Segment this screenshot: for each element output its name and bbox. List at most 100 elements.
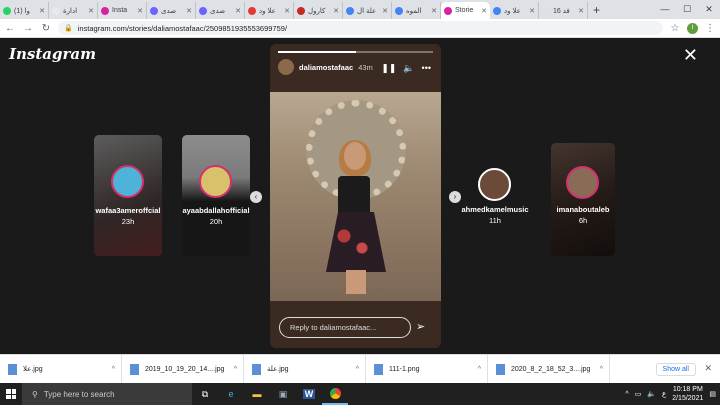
language-indicator[interactable]: ع: [662, 390, 666, 398]
tab-close-icon[interactable]: ✕: [137, 7, 143, 15]
file-icon: [496, 363, 505, 375]
show-all-button[interactable]: Show all: [655, 363, 696, 376]
tab-label: 16 فد: [553, 7, 570, 15]
story-username[interactable]: ahmedkamelmusic: [455, 205, 535, 214]
tab-close-icon[interactable]: ✕: [382, 7, 388, 15]
story-username[interactable]: daliamostafaac: [299, 63, 353, 72]
close-window-icon[interactable]: ✕: [698, 0, 720, 19]
tab-label: كارول: [308, 7, 326, 15]
browser-tab[interactable]: (1) وا ✕: [0, 2, 49, 19]
tab-close-icon[interactable]: ✕: [39, 7, 45, 15]
send-icon[interactable]: ➢: [416, 320, 425, 333]
story-time: 43m: [358, 62, 373, 72]
browser-tab[interactable]: كارول ✕: [294, 2, 343, 19]
tab-close-icon[interactable]: ✕: [284, 7, 290, 15]
store-icon[interactable]: ▣: [270, 383, 296, 405]
windows-taskbar: ⚲ Type here to search ⧉ e ▬ ▣ W ^ ▭ 🔈 ع …: [0, 383, 720, 405]
browser-tab[interactable]: علا ود ✕: [490, 2, 539, 19]
tab-close-icon[interactable]: ✕: [578, 7, 584, 15]
browser-tab[interactable]: 16 فد ✕: [539, 2, 588, 19]
clock-time: 10:18 PM: [672, 386, 703, 393]
story-preview-ayaa[interactable]: ayaabdallahofficial 20h: [182, 135, 250, 256]
story-preview-iman[interactable]: imanaboutaleb 6h: [551, 143, 615, 256]
download-item[interactable]: 2019_10_19_20_14....jpg ^: [122, 354, 244, 384]
file-icon: [8, 363, 17, 375]
person-figure: [326, 140, 386, 294]
edge-icon[interactable]: e: [218, 383, 244, 405]
tab-label: علا ود: [259, 7, 276, 15]
back-icon[interactable]: ←: [4, 23, 16, 34]
file-explorer-icon[interactable]: ▬: [244, 383, 270, 405]
tab-close-icon[interactable]: ✕: [431, 7, 437, 15]
download-item[interactable]: علة.jpg ^: [244, 354, 366, 384]
tab-favicon-icon: [52, 6, 60, 15]
story-photo: [270, 92, 441, 301]
tab-close-icon[interactable]: ✕: [529, 7, 535, 15]
maximize-icon[interactable]: ☐: [676, 0, 698, 19]
download-item[interactable]: علا.jpg ^: [0, 354, 122, 384]
task-view-icon[interactable]: ⧉: [192, 383, 218, 405]
close-icon[interactable]: ✕: [683, 46, 698, 64]
star-icon[interactable]: ☆: [669, 23, 681, 34]
browser-tab[interactable]: Insta ✕: [98, 2, 147, 19]
chevron-up-icon[interactable]: ^: [234, 366, 237, 373]
notifications-icon[interactable]: ▤: [709, 390, 716, 398]
next-story-arrow[interactable]: ›: [449, 191, 461, 203]
browser-tab[interactable]: ادارة ✕: [49, 2, 98, 19]
windows-icon: [6, 389, 16, 399]
volume-icon[interactable]: 🔈: [647, 390, 656, 398]
story-preview-wafaa[interactable]: wafaa3ameroffcial 23h: [94, 135, 162, 256]
close-downloads-icon[interactable]: ✕: [704, 363, 712, 374]
user-avatar[interactable]: [278, 59, 294, 75]
forward-icon[interactable]: →: [22, 23, 34, 34]
download-item[interactable]: 2020_8_2_18_52_3....jpg ^: [488, 354, 610, 384]
browser-tab-strip: (1) وا ✕ ادارة ✕ Insta ✕ صدى ✕ صدى ✕ علا ود ✕ كارول ✕…: [0, 0, 720, 19]
chevron-up-icon[interactable]: ^: [112, 366, 115, 373]
instagram-logo[interactable]: Instagram: [9, 45, 96, 63]
browser-tab[interactable]: علا ود ✕: [245, 2, 294, 19]
browser-tab[interactable]: علة ال ✕: [343, 2, 392, 19]
tab-favicon-icon: [346, 6, 354, 15]
mute-icon[interactable]: 🔈: [403, 63, 414, 74]
tab-close-icon[interactable]: ✕: [88, 7, 94, 15]
tab-close-icon[interactable]: ✕: [186, 7, 192, 15]
tab-label: ادارة: [63, 7, 78, 15]
story-progress-bar: [278, 51, 433, 53]
chevron-up-icon[interactable]: ^: [356, 366, 359, 373]
tab-close-icon[interactable]: ✕: [235, 7, 241, 15]
story-avatar-ahmed[interactable]: [478, 168, 511, 201]
pause-icon[interactable]: ❚❚: [381, 63, 396, 74]
tab-label: صدى: [210, 7, 226, 15]
file-icon: [130, 363, 139, 375]
minimize-icon[interactable]: —: [654, 0, 676, 19]
chevron-up-icon[interactable]: ^: [600, 366, 603, 373]
reply-input[interactable]: Reply to daliamostafaac...: [279, 317, 411, 338]
start-button[interactable]: [0, 383, 22, 405]
tab-close-icon[interactable]: ✕: [333, 7, 339, 15]
browser-tab[interactable]: صدى ✕: [196, 2, 245, 19]
url-field[interactable]: 🔒 instagram.com/stories/daliamostafaac/2…: [58, 21, 663, 35]
more-options-icon[interactable]: •••: [422, 63, 431, 74]
story-controls: ❚❚ 🔈 •••: [381, 63, 431, 74]
story-time: 11h: [489, 216, 501, 225]
browser-tab[interactable]: الموه ✕: [392, 2, 441, 19]
previous-story-arrow[interactable]: ‹: [250, 191, 262, 203]
reload-icon[interactable]: ↻: [40, 23, 52, 34]
chrome-icon[interactable]: [322, 383, 348, 405]
profile-avatar[interactable]: I: [687, 22, 698, 34]
tab-close-icon[interactable]: ✕: [481, 7, 487, 15]
clock[interactable]: 10:18 PM 2/15/2021: [672, 385, 703, 403]
chevron-up-icon[interactable]: ^: [625, 391, 628, 398]
new-tab-icon[interactable]: +: [588, 2, 605, 19]
browser-tab[interactable]: Storie ✕: [441, 2, 490, 19]
main-story[interactable]: daliamostafaac 43m ❚❚ 🔈 ••• Reply to dal…: [270, 44, 441, 348]
story-header: daliamostafaac 43m: [278, 59, 373, 75]
word-icon[interactable]: W: [296, 383, 322, 405]
taskbar-search[interactable]: ⚲ Type here to search: [22, 383, 192, 405]
network-icon[interactable]: ▭: [635, 390, 642, 398]
story-time: 20h: [209, 217, 223, 226]
download-item[interactable]: 111-1.png ^: [366, 354, 488, 384]
chevron-up-icon[interactable]: ^: [478, 366, 481, 373]
browser-tab[interactable]: صدى ✕: [147, 2, 196, 19]
menu-dots-icon[interactable]: ⋮: [704, 23, 716, 34]
